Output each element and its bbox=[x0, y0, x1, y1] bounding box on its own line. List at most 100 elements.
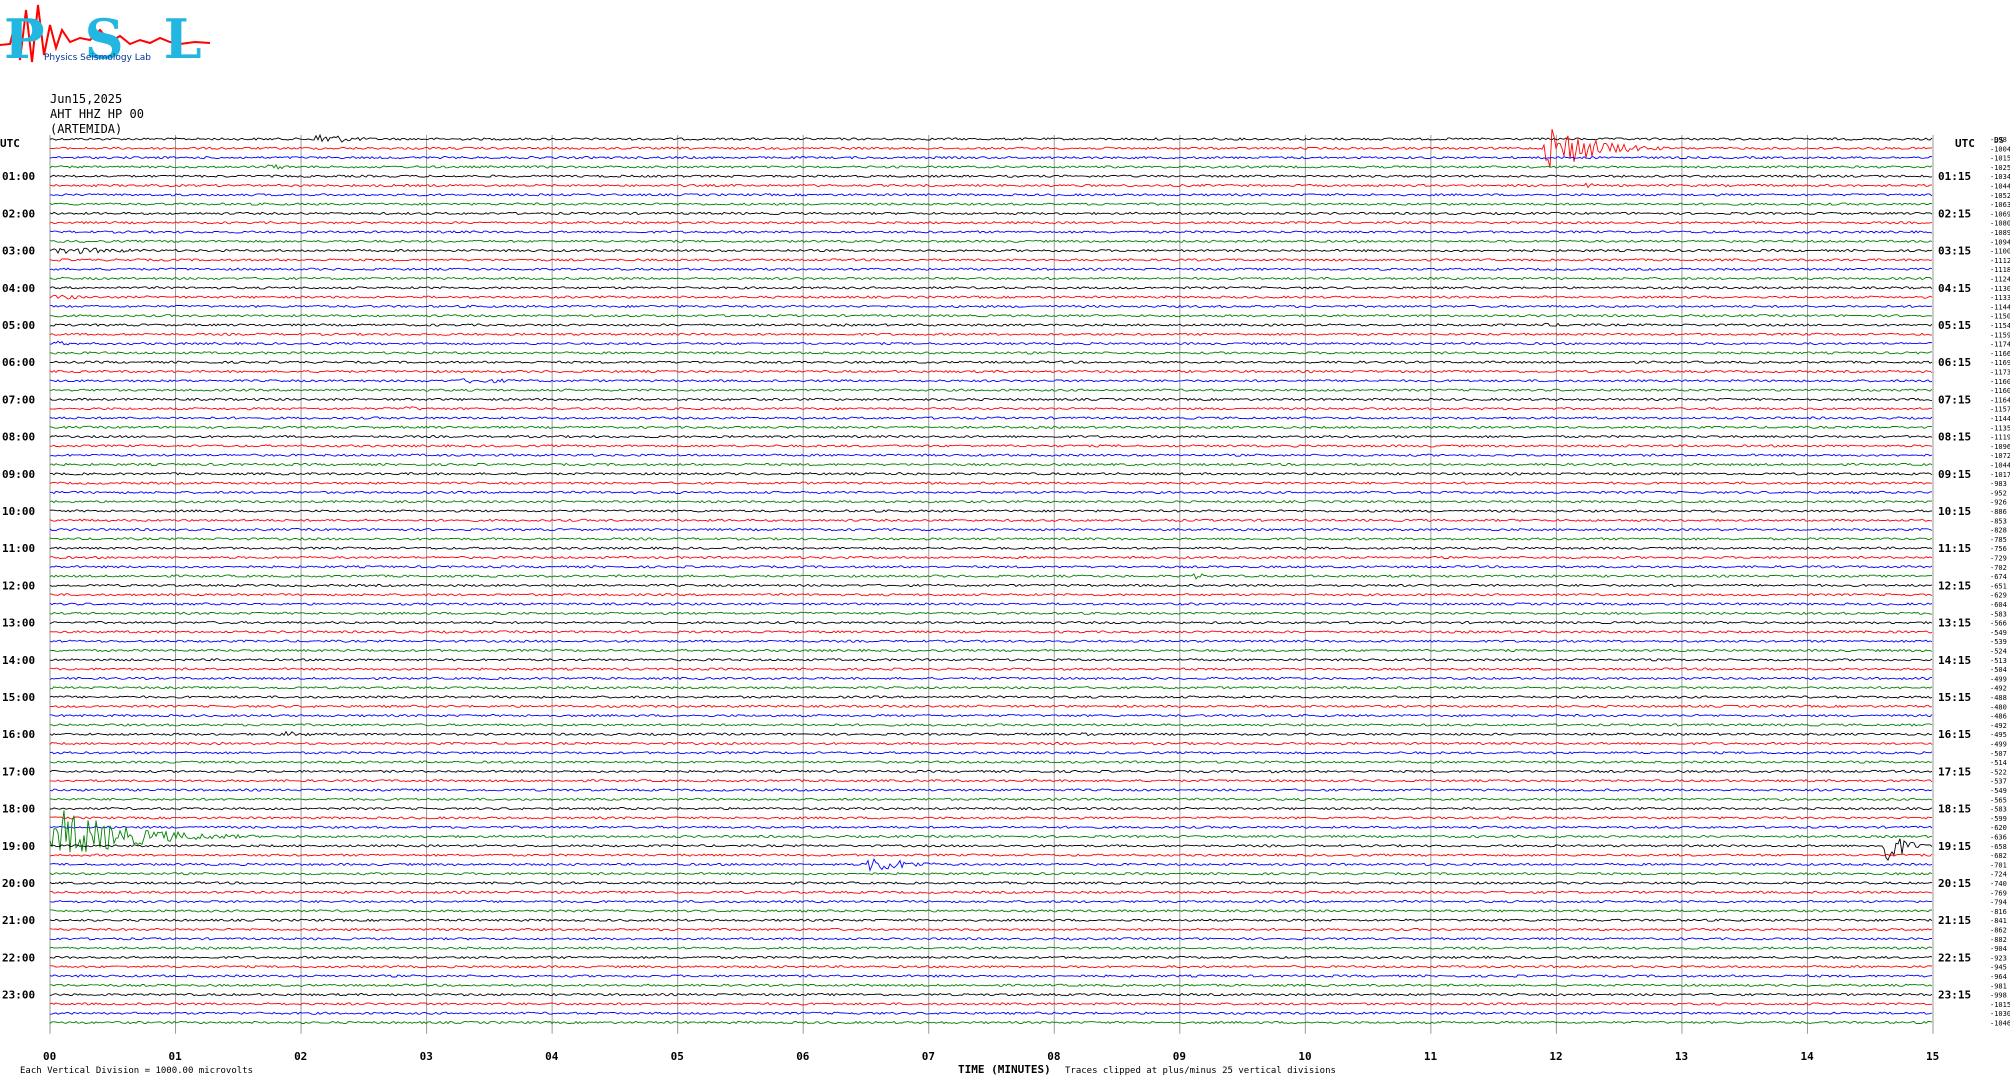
seismic-trace bbox=[49, 518, 1933, 523]
offset-label: -1069 bbox=[1990, 210, 2010, 218]
seismic-trace bbox=[49, 340, 1933, 346]
seismic-trace bbox=[49, 462, 1933, 467]
seismic-trace bbox=[49, 797, 1933, 801]
left-hour-label: 17:00 bbox=[2, 765, 35, 778]
seismic-trace bbox=[49, 658, 1933, 662]
offset-label: -565 bbox=[1990, 796, 2007, 804]
offset-label: -566 bbox=[1990, 620, 2007, 628]
offset-label: -964 bbox=[1990, 973, 2007, 981]
seismic-trace bbox=[49, 164, 1933, 170]
right-hour-label: 11:15 bbox=[1938, 542, 1971, 555]
offset-label: -1118 bbox=[1990, 266, 2010, 274]
offset-label: -1017 bbox=[1990, 471, 2010, 479]
left-hour-label: 18:00 bbox=[2, 803, 35, 816]
seismic-trace bbox=[49, 565, 1933, 569]
x-tick-labels: 00 01 02 03 04 05 06 07 08 09 10 11 12 13 14 15 bbox=[43, 1050, 1939, 1063]
seismic-trace bbox=[49, 128, 1933, 168]
seismic-trace bbox=[49, 983, 1933, 988]
offset-label: -513 bbox=[1990, 657, 2007, 665]
seismic-trace bbox=[49, 425, 1933, 430]
offset-label: -828 bbox=[1990, 527, 2007, 535]
seismic-trace bbox=[49, 927, 1933, 932]
left-hour-label: 22:00 bbox=[2, 951, 35, 964]
offset-label: -1072 bbox=[1990, 452, 2010, 460]
offset-label: -636 bbox=[1990, 834, 2007, 842]
offset-label: -539 bbox=[1990, 638, 2007, 646]
offset-label: -1144 bbox=[1990, 303, 2010, 311]
helicorder-plot: 01:00 02:00 03:00 04:00 05:00 06:00 07:00 08:00… bbox=[2, 128, 2010, 1063]
seismic-trace bbox=[50, 723, 1933, 727]
left-hour-label: 15:00 bbox=[2, 691, 35, 704]
offset-label: -583 bbox=[1990, 806, 2007, 814]
offset-label: -1015 bbox=[1990, 1001, 2010, 1009]
seismic-trace bbox=[50, 778, 1933, 783]
offset-label: -486 bbox=[1990, 713, 2007, 721]
seismic-trace bbox=[49, 806, 1933, 811]
x-tick-label: 12 bbox=[1549, 1050, 1562, 1063]
x-tick-label: 03 bbox=[420, 1050, 433, 1063]
seismic-trace bbox=[49, 294, 1933, 300]
seismic-trace bbox=[49, 620, 1933, 625]
seismic-trace bbox=[49, 1002, 1933, 1006]
x-tick-label: 11 bbox=[1424, 1050, 1438, 1063]
offset-label: -1063 bbox=[1990, 201, 2010, 209]
right-hour-label: 18:15 bbox=[1938, 803, 1971, 816]
right-hour-label: 23:15 bbox=[1938, 989, 1971, 1002]
offset-label: -507 bbox=[1990, 750, 2007, 758]
offset-label: -1150 bbox=[1990, 313, 2010, 321]
seismic-trace bbox=[49, 397, 1933, 402]
right-hour-label: 01:15 bbox=[1938, 170, 1971, 183]
offset-label: -816 bbox=[1990, 908, 2007, 916]
offset-label: -504 bbox=[1990, 666, 2007, 674]
offset-label: -1166 bbox=[1990, 350, 2010, 358]
offset-label: -583 bbox=[1990, 610, 2007, 618]
seismic-trace bbox=[49, 648, 1933, 653]
offset-label: -702 bbox=[1990, 564, 2007, 572]
offset-label: -794 bbox=[1990, 899, 2007, 907]
seismic-trace bbox=[49, 741, 1933, 746]
offset-label: -658 bbox=[1990, 843, 2007, 851]
seismic-trace bbox=[49, 472, 1933, 476]
offset-label: -1094 bbox=[1990, 238, 2010, 246]
offset-label: -1169 bbox=[1990, 359, 2010, 367]
right-hour-label: 06:15 bbox=[1938, 356, 1971, 369]
seismic-trace bbox=[49, 202, 1933, 206]
seismic-trace bbox=[49, 857, 1933, 872]
offset-label: -756 bbox=[1990, 545, 2007, 553]
offset-label: -599 bbox=[1990, 815, 2007, 823]
seismic-trace bbox=[49, 276, 1933, 281]
seismic-trace bbox=[49, 434, 1933, 439]
seismic-trace bbox=[49, 872, 1933, 876]
right-hour-label: 15:15 bbox=[1938, 691, 1971, 704]
x-tick-label: 00 bbox=[43, 1050, 56, 1063]
offset-label: -1164 bbox=[1990, 396, 2010, 404]
seismic-trace bbox=[49, 360, 1933, 364]
right-hour-label: 12:15 bbox=[1938, 579, 1971, 592]
left-hour-label: 05:00 bbox=[2, 319, 35, 332]
seismic-trace bbox=[49, 537, 1933, 541]
offset-label: -983 bbox=[1990, 480, 2007, 488]
seismic-trace bbox=[49, 899, 1933, 904]
offset-label: -886 bbox=[1990, 508, 2007, 516]
offset-labels: -998-1004-1015-1025-1034-1044-1052-1063-… bbox=[1990, 136, 2010, 1028]
seismic-trace bbox=[49, 881, 1933, 885]
offset-label: -604 bbox=[1990, 601, 2007, 609]
right-hour-label: 10:15 bbox=[1938, 505, 1971, 518]
left-hour-label: 11:00 bbox=[2, 542, 35, 555]
left-hour-label: 19:00 bbox=[2, 840, 35, 853]
seismic-trace bbox=[49, 322, 1933, 327]
right-hour-label: 04:15 bbox=[1938, 282, 1971, 295]
offset-label: -923 bbox=[1990, 954, 2007, 962]
offset-label: -882 bbox=[1990, 936, 2007, 944]
right-hour-label: 09:15 bbox=[1938, 468, 1971, 481]
seismic-trace bbox=[49, 853, 1933, 857]
right-hour-label: 22:15 bbox=[1938, 951, 1971, 964]
seismic-trace bbox=[50, 490, 1933, 495]
offset-label: -1044 bbox=[1990, 462, 2010, 470]
right-hour-label: 14:15 bbox=[1938, 654, 1971, 667]
offset-label: -769 bbox=[1990, 889, 2007, 897]
seismic-trace bbox=[49, 453, 1933, 457]
offset-label: -629 bbox=[1990, 592, 2007, 600]
seismic-trace bbox=[49, 332, 1933, 337]
seismic-trace bbox=[49, 611, 1932, 616]
